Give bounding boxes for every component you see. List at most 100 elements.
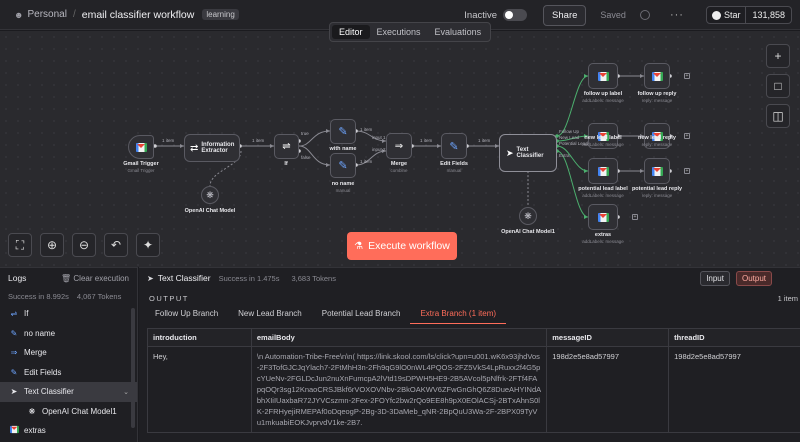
clear-execution-button[interactable]: 🗑 Clear execution bbox=[61, 274, 129, 283]
if-icon: ⇌ bbox=[10, 309, 18, 319]
node-merge[interactable]: ⇒ bbox=[386, 133, 412, 159]
tag-icon: ➤ bbox=[147, 273, 154, 283]
log-item-label: Edit Fields bbox=[24, 367, 62, 377]
github-star-count: 131,858 bbox=[752, 10, 785, 20]
node-potential-lead-reply[interactable] bbox=[644, 158, 670, 184]
node-label: potential lead label bbox=[578, 186, 628, 192]
node-edit-fields[interactable]: ✎ bbox=[441, 133, 467, 159]
fit-view-button[interactable]: ⛶ bbox=[8, 233, 32, 257]
add-node-plus-icon[interactable]: + bbox=[632, 214, 638, 220]
node-label: Text Classifier bbox=[516, 147, 544, 159]
undo-button[interactable]: ↶ bbox=[104, 233, 128, 257]
add-node-plus-icon[interactable]: + bbox=[684, 73, 690, 79]
sticky-note-button[interactable]: □ bbox=[766, 74, 790, 98]
canvas-bottom-toolbar: ⛶ ⊕ ⊖ ↶ ✦ bbox=[8, 233, 168, 257]
logs-title: Logs bbox=[8, 273, 27, 283]
more-options-icon[interactable]: ··· bbox=[670, 9, 684, 21]
active-toggle[interactable] bbox=[503, 9, 528, 21]
node-label: follow up label bbox=[583, 91, 623, 97]
edge-label: 1 item bbox=[420, 138, 433, 143]
tab-follow-up-branch[interactable]: Follow Up Branch bbox=[145, 304, 228, 324]
chevron-down-icon[interactable]: ⌄ bbox=[123, 388, 129, 396]
node-potential-lead-label[interactable] bbox=[588, 158, 618, 184]
log-item-no-name[interactable]: ✎ no name bbox=[0, 324, 137, 344]
logs-success: Success in 8.992s bbox=[8, 291, 69, 301]
node-text-classifier[interactable]: ➤ Text Classifier bbox=[499, 134, 557, 172]
execute-workflow-button[interactable]: ⚗ Execute workflow bbox=[347, 232, 457, 260]
history-icon[interactable] bbox=[639, 10, 650, 20]
github-star-button[interactable]: Star 131,858 bbox=[705, 6, 792, 24]
merge-icon: ⇒ bbox=[10, 348, 18, 358]
tab-executions[interactable]: Executions bbox=[370, 25, 428, 39]
table-row: Hey, \n Automation-Tribe-Free\n\n( https… bbox=[147, 346, 800, 433]
add-node-plus-icon[interactable]: + bbox=[684, 133, 690, 139]
node-no-name[interactable]: ✎ bbox=[330, 153, 356, 178]
log-item-text-classifier[interactable]: ➤ Text Classifier ⌄ bbox=[0, 382, 137, 402]
node-label: If bbox=[284, 161, 288, 167]
node-if[interactable]: ⇌ bbox=[274, 134, 299, 159]
gmail-icon bbox=[597, 212, 609, 222]
node-subtitle: addLabels: message bbox=[582, 142, 624, 147]
gmail-icon bbox=[135, 142, 147, 152]
tab-editor[interactable]: Editor bbox=[332, 25, 370, 39]
output-button[interactable]: Output bbox=[735, 271, 772, 286]
output-node-title: Text Classifier bbox=[157, 273, 211, 283]
log-item-openai-chat-model1[interactable]: ❋ OpenAI Chat Model1 bbox=[0, 402, 137, 422]
workflow-canvas[interactable]: 1 item 1 item true false 1 item 1 item i… bbox=[0, 31, 800, 267]
node-with-name[interactable]: ✎ bbox=[330, 119, 356, 144]
log-item-extras[interactable]: extras bbox=[0, 421, 137, 441]
edge-label: false bbox=[301, 155, 311, 160]
zoom-in-button[interactable]: ⊕ bbox=[40, 233, 64, 257]
node-label: Merge bbox=[390, 161, 408, 167]
tag-icon: ➤ bbox=[506, 147, 514, 158]
output-section-label: OUTPUT bbox=[149, 294, 189, 303]
workflow-tag[interactable]: learning bbox=[202, 9, 239, 20]
add-node-plus-icon[interactable]: + bbox=[684, 168, 690, 174]
edge-label: Extra bbox=[559, 153, 570, 158]
tab-potential-lead-branch[interactable]: Potential Lead Branch bbox=[312, 304, 411, 324]
output-tokens: 3,683 Tokens bbox=[291, 273, 336, 283]
log-item-label: extras bbox=[24, 426, 46, 436]
tidy-up-button[interactable]: ✦ bbox=[136, 233, 160, 257]
zoom-out-button[interactable]: ⊖ bbox=[72, 233, 96, 257]
table-header-row: introduction emailBody messageID threadI… bbox=[147, 328, 800, 347]
logs-scrollbar[interactable] bbox=[131, 308, 135, 428]
node-subtitle: reply: message bbox=[641, 142, 673, 147]
node-follow-up-label[interactable] bbox=[588, 63, 618, 89]
log-item-label: Merge bbox=[24, 348, 47, 358]
workflow-title[interactable]: email classifier workflow bbox=[82, 9, 195, 21]
node-follow-up-reply[interactable] bbox=[644, 63, 670, 89]
node-label: no name bbox=[331, 181, 355, 187]
pencil-icon: ✎ bbox=[338, 126, 348, 138]
node-subtitle: reply: message bbox=[641, 193, 673, 198]
log-item-if[interactable]: ⇌ If bbox=[0, 304, 137, 324]
share-button[interactable]: Share bbox=[543, 4, 587, 26]
cell-introduction: Hey, bbox=[147, 346, 252, 433]
tab-new-lead-branch[interactable]: New Lead Branch bbox=[228, 304, 312, 324]
input-button[interactable]: Input bbox=[700, 271, 730, 286]
node-openai-chat-model[interactable]: ❋ bbox=[201, 186, 219, 204]
node-subtitle: addLabels: message bbox=[582, 98, 624, 103]
clear-execution-label: Clear execution bbox=[73, 273, 129, 283]
edge-label: input 1 bbox=[372, 135, 386, 140]
breadcrumb-personal[interactable]: Personal bbox=[27, 9, 66, 20]
items-count: 1 item bbox=[777, 294, 798, 303]
node-openai-chat-model1[interactable]: ❋ bbox=[519, 207, 537, 225]
node-label: OpenAI Chat Model bbox=[184, 208, 236, 214]
github-star[interactable]: Star bbox=[707, 7, 747, 23]
node-information-extractor[interactable]: ⇄ Information Extractor bbox=[184, 134, 240, 162]
log-item-merge[interactable]: ⇒ Merge bbox=[0, 343, 137, 363]
edge-label: 1 item bbox=[252, 138, 265, 143]
pencil-icon: ✎ bbox=[449, 140, 459, 153]
openai-icon: ❋ bbox=[28, 406, 36, 416]
node-gmail-trigger[interactable] bbox=[128, 135, 154, 159]
tab-extra-branch[interactable]: Extra Branch (1 item) bbox=[410, 304, 507, 324]
log-item-edit-fields[interactable]: ✎ Edit Fields bbox=[0, 363, 137, 383]
gmail-icon bbox=[597, 166, 609, 176]
tab-evaluations[interactable]: Evaluations bbox=[428, 25, 489, 39]
output-panel: ➤ Text Classifier Success in 1.475s 3,68… bbox=[139, 267, 800, 442]
github-icon bbox=[711, 10, 721, 20]
add-node-button[interactable]: + bbox=[766, 44, 790, 68]
panel-toggle-button[interactable]: ◫ bbox=[766, 104, 790, 128]
node-extras[interactable] bbox=[588, 204, 618, 230]
